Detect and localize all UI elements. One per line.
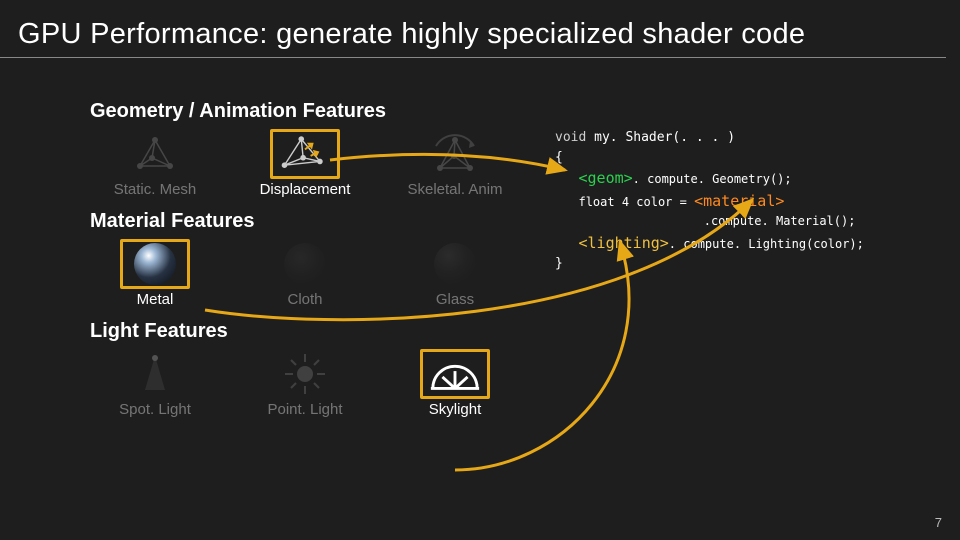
skylight-label: Skylight xyxy=(429,401,482,418)
slide-title: GPU Performance: generate highly special… xyxy=(0,0,946,58)
code-assign: color = xyxy=(636,195,694,209)
static-mesh-icon xyxy=(120,129,190,179)
page-number: 7 xyxy=(935,515,942,530)
cloth-icon xyxy=(270,239,340,289)
light-row: Spot. Light Poi xyxy=(90,349,910,418)
item-spot-light: Spot. Light xyxy=(90,349,220,418)
light-heading: Light Features xyxy=(90,320,910,343)
skeletal-anim-label: Skeletal. Anim xyxy=(407,181,502,198)
item-static-mesh: Static. Mesh xyxy=(90,129,220,198)
code-brace-open: { xyxy=(555,150,563,165)
item-metal: Metal xyxy=(90,239,220,308)
spot-light-label: Spot. Light xyxy=(119,401,191,418)
glass-label: Glass xyxy=(436,291,474,308)
displacement-label: Displacement xyxy=(260,181,351,198)
code-material-call: .compute. Material(); xyxy=(704,214,856,228)
metal-icon xyxy=(120,239,190,289)
metal-label: Metal xyxy=(137,291,174,308)
geometry-heading: Geometry / Animation Features xyxy=(90,100,910,123)
code-material-tag: <material> xyxy=(694,192,784,210)
point-light-label: Point. Light xyxy=(267,401,342,418)
code-brace-close: } xyxy=(555,256,563,271)
static-mesh-label: Static. Mesh xyxy=(114,181,197,198)
code-geom-tag: <geom> xyxy=(578,169,632,187)
skylight-icon xyxy=(420,349,490,399)
item-point-light: Point. Light xyxy=(240,349,370,418)
code-geom-call: . compute. Geometry(); xyxy=(633,172,792,186)
item-cloth: Cloth xyxy=(240,239,370,308)
code-float4: float 4 xyxy=(578,195,636,209)
spot-light-icon xyxy=(120,349,190,399)
item-glass: Glass xyxy=(390,239,520,308)
item-skeletal-anim: Skeletal. Anim xyxy=(390,129,520,198)
displacement-icon xyxy=(270,129,340,179)
skeletal-anim-icon xyxy=(420,129,490,179)
code-lighting-call: . compute. Lighting(color); xyxy=(669,237,864,251)
item-skylight: Skylight xyxy=(390,349,520,418)
code-sig: my. Shader(. . . ) xyxy=(586,130,735,145)
code-kw-void: void xyxy=(555,130,586,145)
cloth-label: Cloth xyxy=(287,291,322,308)
shader-code: void my. Shader(. . . ) { <geom>. comput… xyxy=(555,128,864,274)
code-lighting-tag: <lighting> xyxy=(578,234,668,252)
glass-icon xyxy=(420,239,490,289)
item-displacement: Displacement xyxy=(240,129,370,198)
point-light-icon xyxy=(270,349,340,399)
